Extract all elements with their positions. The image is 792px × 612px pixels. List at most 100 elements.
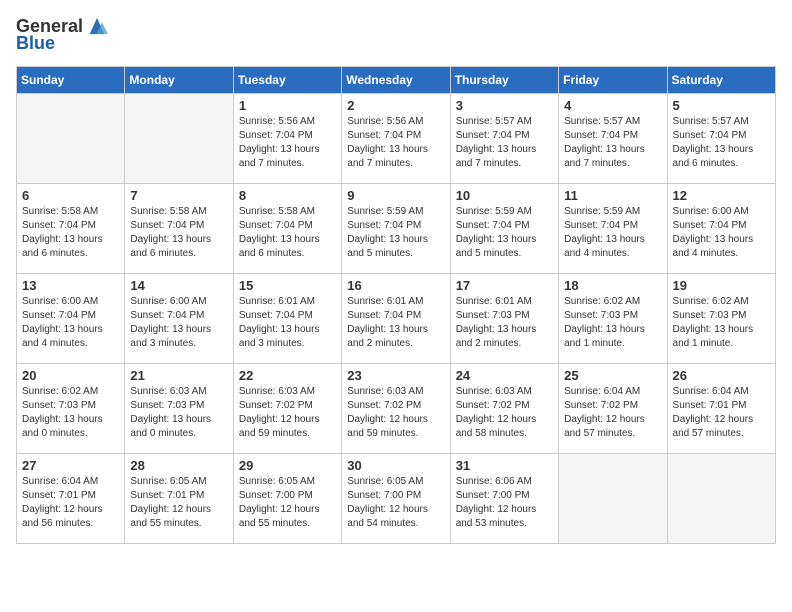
- calendar-cell: 10Sunrise: 5:59 AM Sunset: 7:04 PM Dayli…: [450, 184, 558, 274]
- day-number: 25: [564, 368, 661, 383]
- day-number: 6: [22, 188, 119, 203]
- calendar-cell: 22 Sunrise: 6:03 AM Sunset: 7:02 PM Dayli…: [233, 364, 341, 454]
- day-header-saturday: Saturday: [667, 67, 775, 94]
- calendar-cell: 8Sunrise: 5:58 AM Sunset: 7:04 PM Daylig…: [233, 184, 341, 274]
- calendar-cell: 19Sunrise: 6:02 AM Sunset: 7:03 PM Dayli…: [667, 274, 775, 364]
- day-number: 14: [130, 278, 227, 293]
- day-number: 3: [456, 98, 553, 113]
- day-info: Sunrise: 5:57 AM Sunset: 7:04 PM Dayligh…: [564, 115, 661, 171]
- calendar-table: SundayMondayTuesdayWednesdayThursdayFrid…: [16, 66, 776, 544]
- day-number: 16: [347, 278, 444, 293]
- day-header-wednesday: Wednesday: [342, 67, 450, 94]
- logo-icon: [86, 15, 108, 37]
- day-info: Sunrise: 6:04 AM Sunset: 7:01 PM Dayligh…: [22, 475, 119, 531]
- calendar-week-2: 6 Sunrise: 5:58 AM Sunset: 7:04 PM Daylig…: [17, 184, 776, 274]
- day-info: Sunrise: 5:59 AM Sunset: 7:04 PM Dayligh…: [564, 205, 661, 261]
- day-number: 15: [239, 278, 336, 293]
- calendar-cell: 23 Sunrise: 6:03 AM Sunset: 7:02 PM Dayli…: [342, 364, 450, 454]
- day-number: 1: [239, 98, 336, 113]
- day-number: 21: [130, 368, 227, 383]
- logo: General Blue: [16, 16, 108, 54]
- calendar-cell: 18 Sunrise: 6:02 AM Sunset: 7:03 PM Dayli…: [559, 274, 667, 364]
- calendar-cell: 16 Sunrise: 6:01 AM Sunset: 7:04 PM Dayli…: [342, 274, 450, 364]
- day-number: 17: [456, 278, 553, 293]
- day-number: 26: [673, 368, 770, 383]
- day-number: 29: [239, 458, 336, 473]
- day-number: 4: [564, 98, 661, 113]
- calendar-body: 1 Sunrise: 5:56 AM Sunset: 7:04 PM Daylig…: [17, 94, 776, 544]
- day-number: 10: [456, 188, 553, 203]
- day-number: 31: [456, 458, 553, 473]
- day-info: Sunrise: 6:01 AM Sunset: 7:04 PM Dayligh…: [347, 295, 444, 351]
- calendar-cell: 17 Sunrise: 6:01 AM Sunset: 7:03 PM Dayli…: [450, 274, 558, 364]
- day-number: 5: [673, 98, 770, 113]
- day-info: Sunrise: 6:05 AM Sunset: 7:00 PM Dayligh…: [239, 475, 336, 531]
- day-number: 13: [22, 278, 119, 293]
- day-info: Sunrise: 6:05 AM Sunset: 7:01 PM Dayligh…: [130, 475, 227, 531]
- day-number: 11: [564, 188, 661, 203]
- calendar-cell: 15 Sunrise: 6:01 AM Sunset: 7:04 PM Dayli…: [233, 274, 341, 364]
- calendar-cell: 12 Sunrise: 6:00 AM Sunset: 7:04 PM Dayli…: [667, 184, 775, 274]
- calendar-cell: 25 Sunrise: 6:04 AM Sunset: 7:02 PM Dayli…: [559, 364, 667, 454]
- calendar-cell: 31 Sunrise: 6:06 AM Sunset: 7:00 PM Dayli…: [450, 454, 558, 544]
- calendar-cell: 4 Sunrise: 5:57 AM Sunset: 7:04 PM Daylig…: [559, 94, 667, 184]
- calendar-cell: 6 Sunrise: 5:58 AM Sunset: 7:04 PM Daylig…: [17, 184, 125, 274]
- calendar-cell: 13Sunrise: 6:00 AM Sunset: 7:04 PM Dayli…: [17, 274, 125, 364]
- day-number: 18: [564, 278, 661, 293]
- calendar-cell: 21 Sunrise: 6:03 AM Sunset: 7:03 PM Dayli…: [125, 364, 233, 454]
- day-info: Sunrise: 5:57 AM Sunset: 7:04 PM Dayligh…: [673, 115, 770, 171]
- calendar-cell: 2Sunrise: 5:56 AM Sunset: 7:04 PM Daylig…: [342, 94, 450, 184]
- day-info: Sunrise: 5:58 AM Sunset: 7:04 PM Dayligh…: [130, 205, 227, 261]
- day-info: Sunrise: 5:56 AM Sunset: 7:04 PM Dayligh…: [239, 115, 336, 171]
- day-info: Sunrise: 6:01 AM Sunset: 7:04 PM Dayligh…: [239, 295, 336, 351]
- calendar-cell: 20 Sunrise: 6:02 AM Sunset: 7:03 PM Dayli…: [17, 364, 125, 454]
- day-info: Sunrise: 5:56 AM Sunset: 7:04 PM Dayligh…: [347, 115, 444, 171]
- day-header-monday: Monday: [125, 67, 233, 94]
- day-number: 24: [456, 368, 553, 383]
- calendar-cell: 28 Sunrise: 6:05 AM Sunset: 7:01 PM Dayli…: [125, 454, 233, 544]
- day-info: Sunrise: 6:04 AM Sunset: 7:02 PM Dayligh…: [564, 385, 661, 441]
- day-header-thursday: Thursday: [450, 67, 558, 94]
- day-info: Sunrise: 5:59 AM Sunset: 7:04 PM Dayligh…: [347, 205, 444, 261]
- calendar-cell: 7 Sunrise: 5:58 AM Sunset: 7:04 PM Daylig…: [125, 184, 233, 274]
- day-info: Sunrise: 6:00 AM Sunset: 7:04 PM Dayligh…: [673, 205, 770, 261]
- calendar-cell: 24 Sunrise: 6:03 AM Sunset: 7:02 PM Dayli…: [450, 364, 558, 454]
- day-info: Sunrise: 6:02 AM Sunset: 7:03 PM Dayligh…: [564, 295, 661, 351]
- day-info: Sunrise: 6:03 AM Sunset: 7:02 PM Dayligh…: [456, 385, 553, 441]
- calendar-week-5: 27 Sunrise: 6:04 AM Sunset: 7:01 PM Dayli…: [17, 454, 776, 544]
- calendar-week-3: 13Sunrise: 6:00 AM Sunset: 7:04 PM Dayli…: [17, 274, 776, 364]
- calendar-cell: 14Sunrise: 6:00 AM Sunset: 7:04 PM Dayli…: [125, 274, 233, 364]
- day-number: 8: [239, 188, 336, 203]
- day-number: 12: [673, 188, 770, 203]
- calendar-cell: 26Sunrise: 6:04 AM Sunset: 7:01 PM Dayli…: [667, 364, 775, 454]
- day-info: Sunrise: 5:57 AM Sunset: 7:04 PM Dayligh…: [456, 115, 553, 171]
- calendar-cell: 11 Sunrise: 5:59 AM Sunset: 7:04 PM Dayli…: [559, 184, 667, 274]
- day-number: 23: [347, 368, 444, 383]
- day-number: 19: [673, 278, 770, 293]
- day-header-sunday: Sunday: [17, 67, 125, 94]
- day-info: Sunrise: 6:06 AM Sunset: 7:00 PM Dayligh…: [456, 475, 553, 531]
- day-number: 27: [22, 458, 119, 473]
- day-info: Sunrise: 6:03 AM Sunset: 7:02 PM Dayligh…: [239, 385, 336, 441]
- calendar-cell: 5 Sunrise: 5:57 AM Sunset: 7:04 PM Daylig…: [667, 94, 775, 184]
- calendar-cell: 9Sunrise: 5:59 AM Sunset: 7:04 PM Daylig…: [342, 184, 450, 274]
- day-info: Sunrise: 6:03 AM Sunset: 7:02 PM Dayligh…: [347, 385, 444, 441]
- day-info: Sunrise: 6:03 AM Sunset: 7:03 PM Dayligh…: [130, 385, 227, 441]
- day-header-friday: Friday: [559, 67, 667, 94]
- calendar-cell: [667, 454, 775, 544]
- calendar-cell: 3 Sunrise: 5:57 AM Sunset: 7:04 PM Daylig…: [450, 94, 558, 184]
- day-number: 7: [130, 188, 227, 203]
- day-info: Sunrise: 6:02 AM Sunset: 7:03 PM Dayligh…: [22, 385, 119, 441]
- day-info: Sunrise: 6:01 AM Sunset: 7:03 PM Dayligh…: [456, 295, 553, 351]
- calendar-week-4: 20 Sunrise: 6:02 AM Sunset: 7:03 PM Dayli…: [17, 364, 776, 454]
- calendar-header-row: SundayMondayTuesdayWednesdayThursdayFrid…: [17, 67, 776, 94]
- calendar-cell: [559, 454, 667, 544]
- logo-blue-text: Blue: [16, 33, 55, 54]
- calendar-cell: 29 Sunrise: 6:05 AM Sunset: 7:00 PM Dayli…: [233, 454, 341, 544]
- day-number: 20: [22, 368, 119, 383]
- day-number: 28: [130, 458, 227, 473]
- calendar-cell: [17, 94, 125, 184]
- day-info: Sunrise: 5:58 AM Sunset: 7:04 PM Dayligh…: [22, 205, 119, 261]
- day-info: Sunrise: 6:05 AM Sunset: 7:00 PM Dayligh…: [347, 475, 444, 531]
- day-number: 22: [239, 368, 336, 383]
